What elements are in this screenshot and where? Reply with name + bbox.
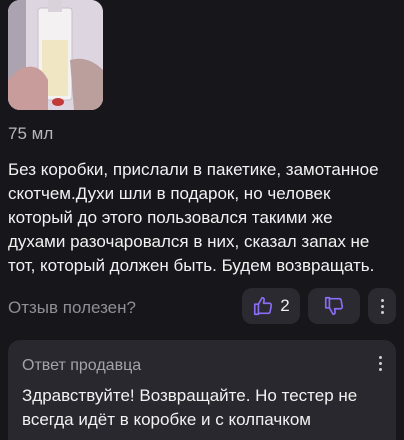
helpful-label: Отзыв полезен? (8, 298, 136, 317)
like-button[interactable]: 2 (242, 288, 300, 324)
seller-reply-title: Ответ продавца (22, 357, 142, 374)
seller-reply-card: Ответ продавца Здравствуйте! Возвращайте… (8, 340, 396, 440)
perfume-bottle-image (8, 0, 103, 110)
like-count: 2 (280, 296, 290, 315)
thumbs-up-icon (254, 296, 273, 316)
thumbs-down-icon (324, 296, 344, 316)
variant-size: 75 мл (8, 124, 54, 143)
review-more-button[interactable] (368, 288, 396, 324)
more-vertical-icon (379, 356, 382, 371)
review-text: Без коробки, прислали в пакетике, замота… (8, 160, 379, 275)
dislike-button[interactable] (308, 288, 360, 324)
more-vertical-icon (380, 298, 384, 314)
seller-reply-more-button[interactable] (379, 356, 382, 371)
helpful-row: Отзыв полезен? 2 (8, 288, 396, 324)
seller-reply-text: Здравствуйте! Возвращайте. Но тестер не … (22, 386, 358, 429)
review-photo[interactable] (8, 0, 103, 110)
